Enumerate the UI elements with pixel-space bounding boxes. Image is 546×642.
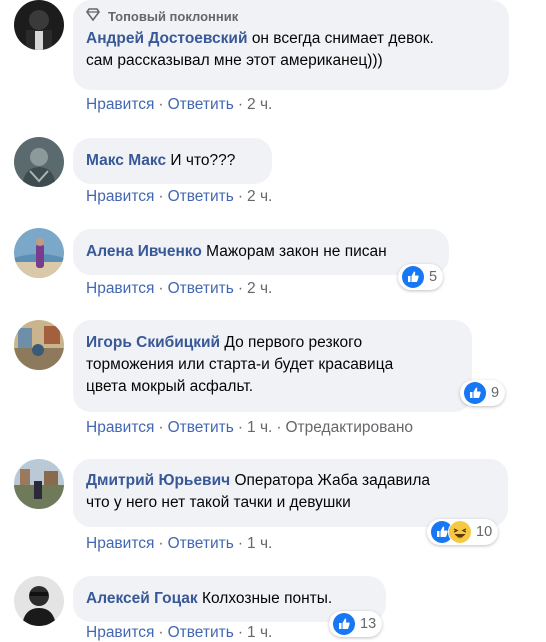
reaction-count: 13	[360, 616, 377, 632]
comment-bubble: Топовый поклонник Андрей Достоевский он …	[73, 0, 509, 90]
reply-link[interactable]: Ответить	[168, 280, 234, 297]
timestamp[interactable]: 1 ч.	[247, 419, 272, 436]
timestamp[interactable]: 1 ч.	[247, 624, 272, 641]
avatar[interactable]	[14, 576, 64, 626]
top-fan-badge: Топовый поклонник	[86, 8, 496, 26]
comment-author[interactable]: Игорь Скибицкий	[86, 334, 220, 351]
like-reaction-icon	[401, 265, 425, 289]
comment-actions: Нравится · Ответить · 2 ч.	[86, 280, 273, 297]
diamond-icon	[86, 6, 108, 28]
avatar[interactable]	[14, 0, 64, 50]
reaction-summary[interactable]: 5	[398, 264, 444, 290]
comment-text: Оператора Жаба задавила	[234, 472, 431, 489]
comment-actions: Нравится · Ответить · 1 ч.	[86, 624, 273, 641]
like-link[interactable]: Нравится	[86, 188, 154, 205]
like-link[interactable]: Нравится	[86, 280, 154, 297]
comment-text: сам рассказывал мне этот американец)))	[86, 52, 383, 69]
comment-author[interactable]: Макс Макс	[86, 152, 166, 169]
timestamp[interactable]: 1 ч.	[247, 535, 272, 552]
reaction-count: 10	[476, 524, 493, 540]
avatar[interactable]	[14, 320, 64, 370]
comment-author[interactable]: Андрей Достоевский	[86, 30, 248, 47]
comment-text: торможения или старта-и будет красавица	[86, 356, 394, 373]
comment-text: И что???	[170, 152, 236, 169]
like-reaction-icon	[463, 381, 487, 405]
like-link[interactable]: Нравится	[86, 535, 154, 552]
reply-link[interactable]: Ответить	[168, 624, 234, 641]
edited-label: Отредактировано	[285, 419, 414, 436]
comment-bubble: Алена Ивченко Мажорам закон не писан	[73, 229, 449, 275]
comment-actions: Нравится · Ответить · 2 ч.	[86, 96, 273, 113]
timestamp[interactable]: 2 ч.	[247, 96, 272, 113]
reaction-count: 5	[429, 269, 438, 285]
comment-author[interactable]: Алексей Гоцак	[86, 590, 198, 607]
comment-author[interactable]: Дмитрий Юрьевич	[86, 472, 230, 489]
comment-actions: Нравится · Ответить · 2 ч.	[86, 188, 273, 205]
like-link[interactable]: Нравится	[86, 419, 154, 436]
comment-text: он всегда снимает девок.	[251, 30, 434, 47]
comment-bubble: Макс Макс И что???	[73, 138, 272, 184]
comment-text: До первого резкого	[224, 334, 363, 351]
comment-text: цвета мокрый асфальт.	[86, 378, 254, 395]
comment-author[interactable]: Алена Ивченко	[86, 243, 202, 260]
reply-link[interactable]: Ответить	[168, 96, 234, 113]
reaction-summary[interactable]: 9	[460, 380, 506, 406]
comment-text: Колхозные понты.	[201, 590, 333, 607]
comment-actions: Нравится · Ответить · 1 ч.	[86, 535, 273, 552]
badge-label: Топовый поклонник	[108, 9, 239, 24]
reply-link[interactable]: Ответить	[168, 419, 234, 436]
avatar[interactable]	[14, 459, 64, 509]
comment-bubble: Игорь Скибицкий До первого резкого тормо…	[73, 320, 472, 412]
comment-actions: Нравится · Ответить · 1 ч. · Отредактировано	[86, 419, 414, 436]
haha-reaction-icon	[448, 520, 472, 544]
reaction-summary[interactable]: 10	[427, 519, 499, 545]
comment-text: Мажорам закон не писан	[206, 243, 387, 260]
like-link[interactable]: Нравится	[86, 96, 154, 113]
reaction-count: 9	[491, 385, 500, 401]
like-reaction-icon	[332, 612, 356, 636]
avatar[interactable]	[14, 228, 64, 278]
reply-link[interactable]: Ответить	[168, 535, 234, 552]
reply-link[interactable]: Ответить	[168, 188, 234, 205]
avatar[interactable]	[14, 137, 64, 187]
timestamp[interactable]: 2 ч.	[247, 280, 272, 297]
reaction-summary[interactable]: 13	[329, 611, 383, 637]
timestamp[interactable]: 2 ч.	[247, 188, 272, 205]
comment-text: что у него нет такой тачки и девушки	[86, 494, 351, 511]
like-link[interactable]: Нравится	[86, 624, 154, 641]
comment-bubble: Дмитрий Юрьевич Оператора Жаба задавила …	[73, 459, 508, 527]
